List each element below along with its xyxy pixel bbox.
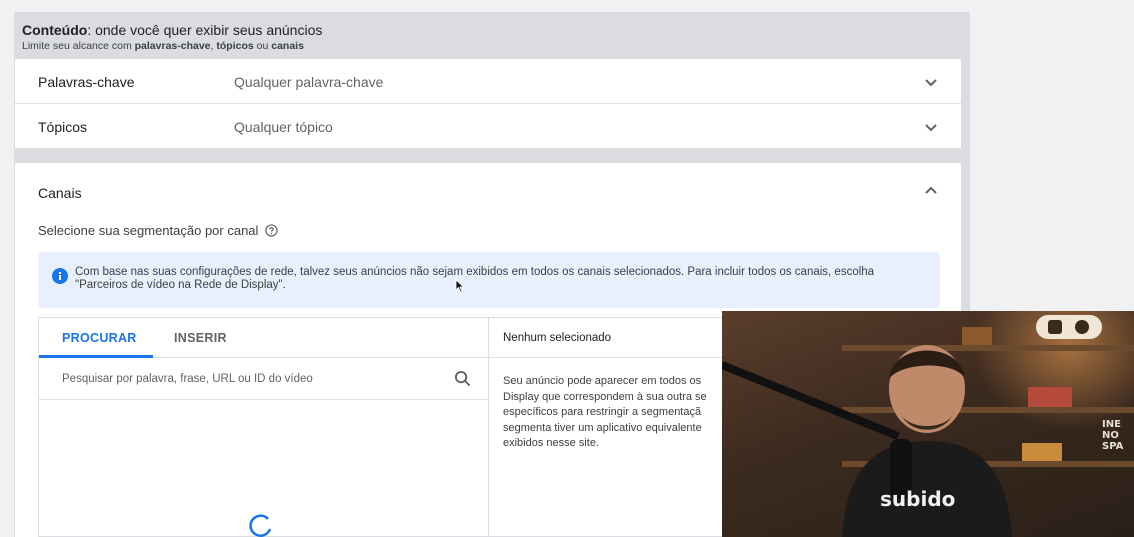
info-banner: Com base nas suas configurações de rede,… — [38, 252, 940, 308]
keywords-row[interactable]: Palavras-chave Qualquer palavra-chave — [15, 59, 961, 104]
selected-description: Seu anúncio pode aparecer em todos os Di… — [503, 375, 707, 449]
loading-spinner-icon — [249, 514, 272, 537]
subtitle-topics: tópicos — [216, 40, 254, 52]
tab-inserir[interactable]: INSERIR — [174, 331, 227, 345]
channels-label: Canais — [38, 185, 82, 201]
keywords-label: Palavras-chave — [38, 74, 135, 90]
subtitle-channels: canais — [271, 40, 304, 52]
tab-procurar[interactable]: PROCURAR — [62, 331, 137, 345]
search-bar — [39, 358, 489, 400]
topics-row[interactable]: Tópicos Qualquer tópico — [15, 104, 961, 149]
chevron-down-icon[interactable] — [923, 119, 939, 135]
mouse-cursor-icon — [455, 279, 465, 293]
sign-line: SPA — [1102, 441, 1124, 452]
picker-tabs: PROCURAR INSERIR — [39, 318, 489, 358]
channels-hint-text: Selecione sua segmentação por canal — [38, 223, 259, 238]
subtitle-keywords: palavras-chave — [134, 40, 211, 52]
content-title: Conteúdo: onde você quer exibir seus anú… — [22, 22, 322, 38]
search-input[interactable] — [62, 369, 442, 389]
subtitle-prefix: Limite seu alcance com — [22, 40, 135, 52]
chevron-up-icon[interactable] — [923, 183, 939, 199]
content-subtitle: Limite seu alcance com palavras-chave, t… — [22, 40, 322, 52]
info-text: Com base nas suas configurações de rede,… — [75, 266, 875, 291]
brand-logo-icon — [1036, 315, 1102, 339]
search-icon[interactable] — [454, 370, 471, 387]
wall-sign: INE NO SPA — [1102, 419, 1123, 452]
channels-hint: Selecione sua segmentação por canal — [38, 223, 279, 238]
content-title-rest: : onde você quer exibir seus anúncios — [87, 22, 323, 38]
selected-header-text: Nenhum selecionado — [503, 332, 612, 344]
picker-left-pane: PROCURAR INSERIR — [39, 318, 489, 537]
content-title-bold: Conteúdo — [22, 22, 88, 38]
content-header: Conteúdo: onde você quer exibir seus anú… — [22, 22, 322, 52]
shelf-item — [1028, 387, 1072, 407]
topics-label: Tópicos — [38, 119, 88, 135]
chevron-down-icon[interactable] — [923, 74, 939, 90]
webcam-overlay: subido INE NO SPA — [722, 311, 1134, 537]
help-icon[interactable] — [265, 224, 279, 237]
shirt-text: subido — [880, 487, 956, 511]
sign-line: INE — [1102, 419, 1121, 430]
subtitle-sep: ou — [253, 40, 272, 52]
topics-value: Qualquer tópico — [234, 119, 333, 135]
keywords-value: Qualquer palavra-chave — [234, 74, 384, 90]
sign-line: NO — [1102, 430, 1119, 441]
info-icon — [52, 268, 68, 284]
